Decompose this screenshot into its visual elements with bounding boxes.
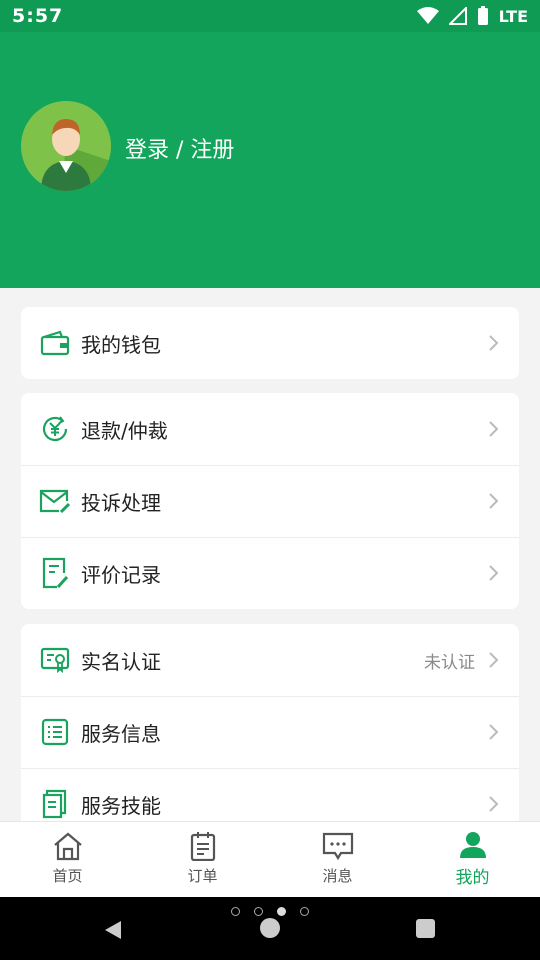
tab-orders[interactable]: 订单 — [135, 822, 270, 897]
back-icon[interactable] — [103, 920, 123, 940]
menu-item-service-info[interactable]: 服务信息 — [21, 696, 519, 768]
person-icon — [459, 832, 486, 858]
tab-messages[interactable]: 消息 — [270, 822, 405, 897]
status-icons: LTE — [416, 6, 528, 26]
chevron-right-icon — [489, 493, 499, 509]
menu-item-wallet[interactable]: 我的钱包 — [21, 307, 519, 379]
tab-label: 消息 — [322, 867, 353, 885]
menu-item-label: 服务信息 — [81, 721, 161, 746]
chevron-right-icon — [489, 724, 499, 740]
battery-icon — [477, 6, 488, 25]
profile-header: 登录 / 注册 — [0, 32, 540, 288]
avatar[interactable] — [21, 101, 111, 191]
menu-item-complaint[interactable]: 投诉处理 — [21, 465, 519, 537]
status-time: 5:57 — [12, 5, 64, 27]
list-icon — [39, 716, 71, 748]
signal-icon — [448, 7, 467, 25]
yuan-refund-icon — [39, 413, 71, 445]
tab-label: 我的 — [455, 868, 490, 888]
chevron-right-icon — [489, 652, 499, 668]
wifi-icon — [416, 7, 439, 24]
home-icon — [53, 832, 82, 861]
menu-item-service-skills[interactable]: 服务技能 — [21, 768, 519, 821]
tab-mine[interactable]: 我的 — [405, 822, 540, 897]
service-card: 退款/仲裁 投诉处理 评价记录 — [21, 393, 519, 609]
menu-item-label: 我的钱包 — [81, 332, 161, 357]
copy-doc-icon — [39, 788, 71, 820]
page-dot — [254, 907, 263, 916]
menu-item-label: 实名认证 — [81, 649, 161, 674]
person-avatar-icon — [21, 101, 111, 191]
wallet-card: 我的钱包 — [21, 307, 519, 379]
certificate-icon — [39, 644, 71, 676]
chevron-right-icon — [489, 565, 499, 581]
page-dot-active — [277, 907, 286, 916]
status-bar: 5:57 LTE — [0, 0, 540, 32]
tab-home[interactable]: 首页 — [0, 822, 135, 897]
clipboard-icon — [190, 832, 215, 861]
page-dot — [231, 907, 240, 916]
verification-status: 未认证 — [424, 652, 475, 673]
document-edit-icon — [39, 557, 71, 589]
menu-item-verification[interactable]: 实名认证 未认证 — [21, 624, 519, 696]
menu-item-label: 评价记录 — [81, 562, 161, 587]
chevron-right-icon — [489, 335, 499, 351]
tab-label: 订单 — [187, 867, 218, 885]
mail-edit-icon — [39, 485, 71, 517]
chat-icon — [322, 832, 353, 861]
menu-item-label: 服务技能 — [81, 793, 161, 818]
recents-button[interactable] — [416, 919, 435, 938]
chevron-right-icon — [489, 796, 499, 812]
login-register-link[interactable]: 登录 / 注册 — [125, 132, 234, 164]
page-indicator — [0, 907, 540, 916]
bottom-tab-bar: 首页 订单 消息 我的 — [0, 821, 540, 897]
tab-label: 首页 — [52, 867, 83, 885]
chevron-right-icon — [489, 421, 499, 437]
network-type: LTE — [498, 6, 528, 26]
wallet-icon — [39, 327, 71, 359]
page-dot — [300, 907, 309, 916]
menu-item-refund[interactable]: 退款/仲裁 — [21, 393, 519, 465]
menu-item-reviews[interactable]: 评价记录 — [21, 537, 519, 609]
profile-card: 实名认证 未认证 服务信息 服务技能 — [21, 624, 519, 821]
home-button[interactable] — [260, 918, 280, 938]
menu-item-label: 退款/仲裁 — [81, 418, 168, 443]
menu-item-label: 投诉处理 — [81, 490, 161, 515]
